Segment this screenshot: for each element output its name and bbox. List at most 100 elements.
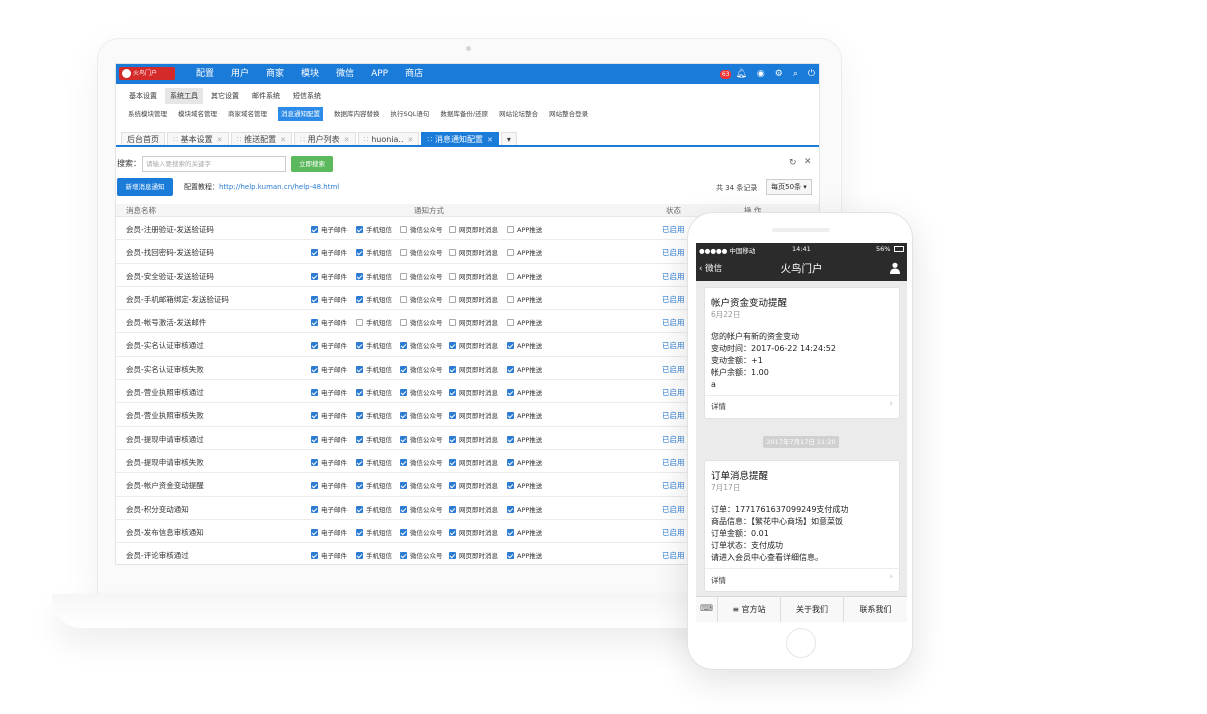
checkbox[interactable] xyxy=(507,505,514,513)
channel-checkbox[interactable]: 微信公众号 xyxy=(400,434,443,444)
channel-checkbox[interactable]: 电子邮件 xyxy=(311,480,347,490)
checkbox[interactable] xyxy=(400,319,407,327)
channel-checkbox[interactable]: 网页即时消息 xyxy=(449,410,498,420)
channel-checkbox[interactable]: 电子邮件 xyxy=(311,527,347,537)
checkbox[interactable] xyxy=(356,482,363,490)
checkbox[interactable] xyxy=(400,528,407,536)
status-link[interactable]: 已启用 xyxy=(662,387,685,398)
card-detail-link[interactable]: 详情 xyxy=(711,575,726,586)
logo[interactable]: 火鸟门户 xyxy=(119,67,175,80)
channel-checkbox[interactable]: 电子邮件 xyxy=(311,410,347,420)
checkbox[interactable] xyxy=(400,458,407,466)
channel-checkbox[interactable]: 电子邮件 xyxy=(311,457,347,467)
channel-checkbox[interactable]: 电子邮件 xyxy=(311,387,347,397)
checkbox[interactable] xyxy=(507,295,514,303)
main-nav-item[interactable]: 用户 xyxy=(231,64,249,84)
channel-checkbox[interactable]: 电子邮件 xyxy=(311,504,347,514)
channel-checkbox[interactable]: APP推送 xyxy=(507,247,542,257)
sub-nav-item[interactable]: 短信系统 xyxy=(288,88,326,104)
eye-icon[interactable]: ◉ xyxy=(757,64,765,84)
channel-checkbox[interactable]: 网页即时消息 xyxy=(449,317,498,327)
channel-checkbox[interactable]: 网页即时消息 xyxy=(449,550,498,560)
status-link[interactable]: 已启用 xyxy=(662,457,685,468)
checkbox[interactable] xyxy=(356,552,363,560)
checkbox[interactable] xyxy=(311,226,318,233)
channel-checkbox[interactable]: APP推送 xyxy=(507,480,542,490)
checkbox[interactable] xyxy=(449,482,456,490)
checkbox[interactable] xyxy=(311,295,318,303)
status-link[interactable]: 已启用 xyxy=(662,434,685,445)
status-link[interactable]: 已启用 xyxy=(662,550,685,561)
channel-checkbox[interactable]: 网页即时消息 xyxy=(449,504,498,514)
checkbox[interactable] xyxy=(507,272,514,280)
channel-checkbox[interactable]: 网页即时消息 xyxy=(449,271,498,281)
tool-nav-item[interactable]: 网站论坛整合 xyxy=(499,107,538,121)
channel-checkbox[interactable]: 电子邮件 xyxy=(311,317,347,327)
status-link[interactable]: 已启用 xyxy=(662,364,685,375)
channel-checkbox[interactable]: APP推送 xyxy=(507,550,542,560)
checkbox[interactable] xyxy=(400,342,407,350)
checkbox[interactable] xyxy=(356,226,363,233)
tool-nav-item[interactable]: 网站整合登录 xyxy=(549,107,588,121)
main-nav-item[interactable]: 模块 xyxy=(301,64,319,84)
checkbox[interactable] xyxy=(400,272,407,280)
close-icon[interactable]: ✕ xyxy=(408,136,414,144)
checkbox[interactable] xyxy=(449,272,456,280)
checkbox[interactable] xyxy=(356,458,363,466)
tab-dropdown[interactable]: ▾ xyxy=(500,132,517,145)
checkbox[interactable] xyxy=(356,435,363,443)
channel-checkbox[interactable]: 网页即时消息 xyxy=(449,457,498,467)
channel-checkbox[interactable]: 微信公众号 xyxy=(400,387,443,397)
checkbox[interactable] xyxy=(356,342,363,350)
power-icon[interactable]: ⏻ xyxy=(808,64,815,84)
checkbox[interactable] xyxy=(449,552,456,560)
tool-nav-item[interactable]: 模块域名管理 xyxy=(178,107,217,121)
channel-checkbox[interactable]: 手机短信 xyxy=(356,247,392,257)
channel-checkbox[interactable]: APP推送 xyxy=(507,410,542,420)
checkbox[interactable] xyxy=(400,389,407,397)
status-link[interactable]: 已启用 xyxy=(662,527,685,538)
status-link[interactable]: 已启用 xyxy=(662,504,685,515)
channel-checkbox[interactable]: 微信公众号 xyxy=(400,410,443,420)
checkbox[interactable] xyxy=(400,412,407,420)
checkbox[interactable] xyxy=(400,435,407,443)
channel-checkbox[interactable]: 微信公众号 xyxy=(400,247,443,257)
checkbox[interactable] xyxy=(311,319,318,327)
per-page-select[interactable]: 每页50条 ▾ xyxy=(766,179,812,195)
search-button[interactable]: 立即搜索 xyxy=(291,156,333,172)
channel-checkbox[interactable]: 手机短信 xyxy=(356,457,392,467)
checkbox[interactable] xyxy=(356,295,363,303)
channel-checkbox[interactable]: 手机短信 xyxy=(356,434,392,444)
channel-checkbox[interactable]: 电子邮件 xyxy=(311,364,347,374)
channel-checkbox[interactable]: 网页即时消息 xyxy=(449,387,498,397)
channel-checkbox[interactable]: APP推送 xyxy=(507,271,542,281)
channel-checkbox[interactable]: 手机短信 xyxy=(356,527,392,537)
page-tab[interactable]: ∷ huonia.. ✕ xyxy=(357,132,420,145)
checkbox[interactable] xyxy=(356,389,363,397)
checkbox[interactable] xyxy=(400,505,407,513)
channel-checkbox[interactable]: 网页即时消息 xyxy=(449,224,498,234)
status-link[interactable]: 已启用 xyxy=(662,317,685,328)
checkbox[interactable] xyxy=(356,365,363,373)
keyboard-icon[interactable]: ⌨ xyxy=(696,597,718,622)
channel-checkbox[interactable]: 手机短信 xyxy=(356,387,392,397)
checkbox[interactable] xyxy=(507,482,514,490)
checkbox[interactable] xyxy=(449,458,456,466)
main-nav-item[interactable]: 配置 xyxy=(196,64,214,84)
tool-nav-item[interactable]: 商家域名管理 xyxy=(228,107,267,121)
sub-nav-item[interactable]: 邮件系统 xyxy=(247,88,285,104)
channel-checkbox[interactable]: APP推送 xyxy=(507,387,542,397)
close-icon[interactable]: ✕ xyxy=(217,136,223,144)
channel-checkbox[interactable]: 网页即时消息 xyxy=(449,294,498,304)
channel-checkbox[interactable]: 手机短信 xyxy=(356,504,392,514)
menu-about-us[interactable]: 关于我们 xyxy=(781,597,844,622)
checkbox[interactable] xyxy=(311,458,318,466)
channel-checkbox[interactable]: 手机短信 xyxy=(356,317,392,327)
checkbox[interactable] xyxy=(311,389,318,397)
checkbox[interactable] xyxy=(507,319,514,327)
page-tab[interactable]: ∷ 基本设置 ✕ xyxy=(167,132,229,145)
checkbox[interactable] xyxy=(449,295,456,303)
channel-checkbox[interactable]: APP推送 xyxy=(507,457,542,467)
bell-icon[interactable]: 🔔︎ xyxy=(735,64,746,84)
checkbox[interactable] xyxy=(507,365,514,373)
